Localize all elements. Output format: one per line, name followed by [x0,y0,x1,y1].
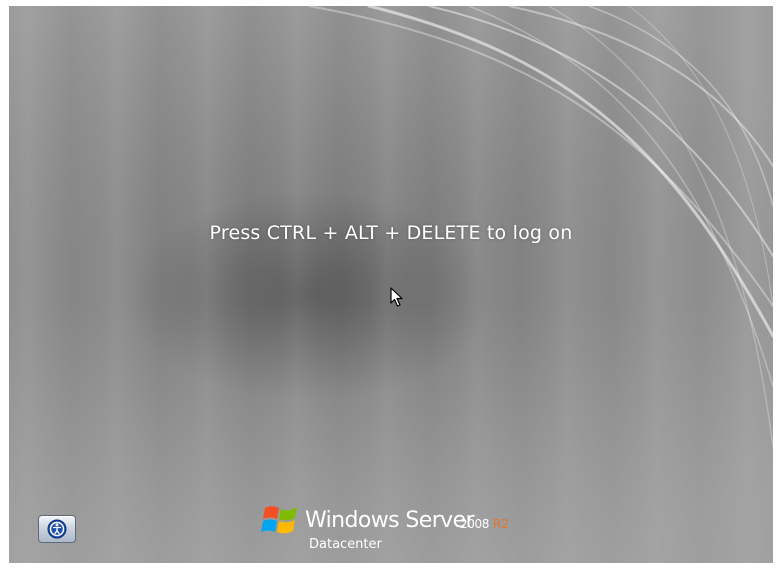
windows-flag-icon [261,506,297,534]
mouse-pointer-icon [390,287,403,307]
ease-of-access-button[interactable] [38,515,76,543]
logon-screen: Press CTRL + ALT + DELETE to log on Wind… [9,6,773,563]
background-streaks [9,6,773,563]
background-swoosh-lines [308,6,773,447]
product-version: 2008 [460,517,489,531]
product-edition: Datacenter [309,537,382,552]
product-name: Windows Server [305,508,475,533]
windows-server-branding: Windows Server 2008 R2 Datacenter [261,500,551,560]
ease-of-access-icon [47,519,67,539]
logon-prompt: Press CTRL + ALT + DELETE to log on [209,222,573,244]
product-release: R2 [493,517,509,531]
